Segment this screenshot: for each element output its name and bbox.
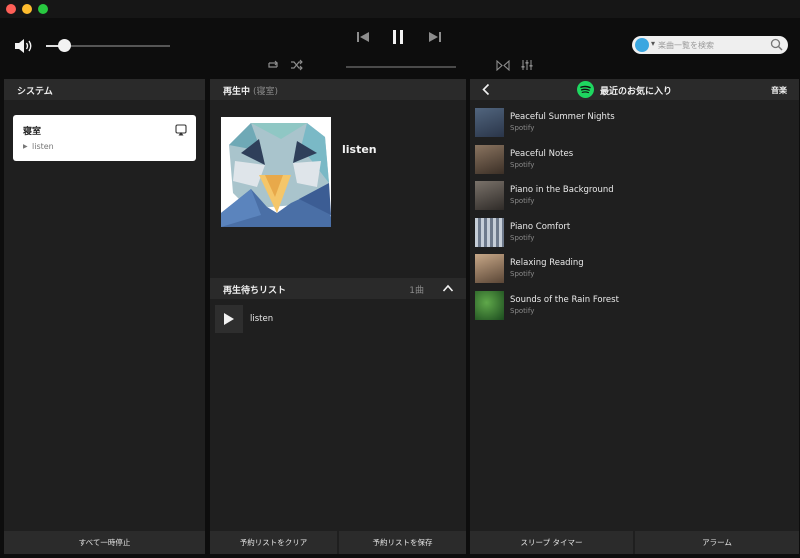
playlist-thumbnail	[475, 291, 504, 320]
equalizer-button[interactable]	[520, 59, 534, 71]
playlist-thumbnail	[475, 108, 504, 137]
now-playing-room: (寝室)	[253, 87, 279, 97]
room-name: 寝室	[23, 127, 42, 137]
crossfade-icon	[496, 60, 510, 71]
music-link[interactable]: 音楽	[771, 85, 787, 96]
room-track-title: listen	[32, 142, 54, 151]
playlist-thumbnail	[475, 181, 504, 210]
queue-header: 再生待ちリスト 1曲	[210, 278, 466, 299]
now-playing-panel: 再生中 (寝室) listen 再生待ちリスト 1曲 listen 予約リストを…	[210, 79, 466, 554]
next-button[interactable]	[426, 29, 444, 45]
playlist-source: Spotify	[510, 307, 535, 315]
title-bar	[0, 0, 800, 18]
system-panel-title: システム	[17, 87, 53, 97]
shuffle-icon	[291, 59, 303, 71]
playlist-item[interactable]: Relaxing Reading Spotify	[475, 254, 775, 286]
zoom-window-button[interactable]	[38, 4, 48, 14]
volume-slider-knob[interactable]	[58, 39, 72, 52]
track-progress-bar[interactable]	[346, 66, 456, 68]
app-window: ▾ システム 寝室 ▶ listen すべて一時停止 再生中(寝室)	[0, 0, 800, 558]
repeat-icon	[268, 60, 278, 68]
playlist-name: Sounds of the Rain Forest	[510, 295, 619, 305]
queue-item-title: listen	[250, 314, 274, 324]
queue-count: 1曲	[409, 286, 424, 296]
minimize-window-button[interactable]	[22, 4, 32, 14]
playlist-name: Relaxing Reading	[510, 258, 584, 268]
playlist-item[interactable]: Piano in the Background Spotify	[475, 181, 775, 213]
playlist-source: Spotify	[510, 197, 535, 205]
playlist-item[interactable]: Piano Comfort Spotify	[475, 218, 775, 250]
system-panel: システム 寝室 ▶ listen すべて一時停止	[4, 79, 205, 554]
now-playing-header: 再生中 (寝室)	[210, 79, 466, 100]
queue-title: 再生待ちリスト	[223, 286, 287, 296]
playlist-name: Piano Comfort	[510, 222, 571, 232]
playlist-thumbnail	[475, 218, 504, 247]
search-box[interactable]: ▾	[632, 36, 788, 54]
album-art	[221, 117, 331, 227]
search-input[interactable]	[658, 38, 768, 52]
playlist-name: Peaceful Notes	[510, 149, 574, 159]
pause-button[interactable]	[388, 27, 408, 47]
system-panel-header: システム	[4, 79, 205, 100]
playlist-source: Spotify	[510, 270, 535, 278]
shuffle-button[interactable]	[290, 59, 304, 71]
playlist-name: Peaceful Summer Nights	[510, 112, 615, 122]
play-indicator-icon: ▶	[23, 143, 28, 150]
playlist-source: Spotify	[510, 161, 535, 169]
clear-queue-button[interactable]: 予約リストをクリア	[210, 531, 337, 554]
playlist-item[interactable]: Peaceful Summer Nights Spotify	[475, 108, 775, 140]
playlist-thumbnail	[475, 254, 504, 283]
equalizer-icon	[521, 60, 533, 70]
favorites-header: 最近のお気に入り 音楽	[470, 79, 799, 100]
favorites-panel: 最近のお気に入り 音楽 Peaceful Summer Nights Spoti…	[470, 79, 799, 554]
airplay-icon[interactable]	[175, 124, 187, 136]
now-playing-title: 再生中 (寝室)	[223, 87, 279, 97]
now-playing-track-title: listen	[342, 143, 377, 156]
search-icon[interactable]	[770, 38, 783, 51]
playlist-item[interactable]: Peaceful Notes Spotify	[475, 145, 775, 177]
playlist-thumbnail	[475, 145, 504, 174]
pause-all-button[interactable]: すべて一時停止	[4, 531, 205, 554]
play-icon[interactable]	[215, 305, 243, 333]
music-source-icon[interactable]	[635, 38, 649, 52]
crossfade-button[interactable]	[496, 60, 510, 71]
room-card[interactable]: 寝室 ▶ listen	[13, 115, 196, 161]
playlist-name: Piano in the Background	[510, 185, 614, 195]
chevron-down-icon[interactable]: ▾	[651, 39, 655, 48]
speaker-icon[interactable]	[14, 38, 34, 54]
chevron-left-icon[interactable]	[481, 83, 491, 96]
alarm-button[interactable]: アラーム	[635, 531, 799, 554]
chevron-up-icon[interactable]	[442, 283, 454, 293]
queue-item[interactable]: listen	[210, 303, 466, 335]
playlist-source: Spotify	[510, 124, 535, 132]
sleep-timer-button[interactable]: スリープ タイマー	[470, 531, 633, 554]
previous-icon	[357, 32, 369, 42]
playlist-item[interactable]: Sounds of the Rain Forest Spotify	[475, 291, 775, 323]
playlist-source: Spotify	[510, 234, 535, 242]
repeat-button[interactable]	[266, 59, 280, 71]
favorites-title: 最近のお気に入り	[600, 87, 673, 97]
next-icon	[429, 32, 441, 42]
save-queue-button[interactable]: 予約リストを保存	[339, 531, 466, 554]
pause-icon	[393, 30, 403, 44]
close-window-button[interactable]	[6, 4, 16, 14]
spotify-icon	[577, 81, 594, 98]
previous-button[interactable]	[354, 29, 372, 45]
